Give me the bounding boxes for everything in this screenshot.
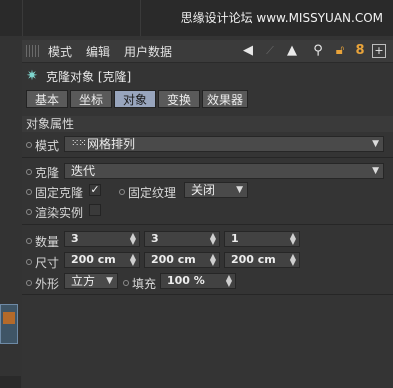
clone-label: 克隆 — [35, 166, 60, 180]
count-label: 数量 — [35, 235, 60, 249]
spinner-icon[interactable]: ▲ ▼ — [210, 253, 216, 267]
animate-dot[interactable] — [119, 189, 125, 195]
fixed-texture-value: 关闭 — [191, 183, 216, 197]
render-instance-checkbox[interactable] — [89, 204, 101, 216]
tab-effectors[interactable]: 效果器 — [202, 90, 248, 108]
shape-value: 立方 — [71, 274, 96, 288]
render-instance-label: 渲染实例 — [35, 206, 84, 220]
count-x-value: 3 — [71, 232, 79, 245]
size-y-value: 200 cm — [151, 253, 196, 266]
fill-value: 100 % — [167, 274, 205, 287]
size-x-value: 200 cm — [71, 253, 116, 266]
link-icon[interactable]: 8 — [352, 43, 368, 59]
fixed-texture-label: 固定纹理 — [128, 186, 177, 200]
lock-icon[interactable]: 🔓︎ — [332, 43, 348, 59]
animate-dot[interactable] — [26, 280, 32, 286]
size-label: 尺寸 — [35, 256, 60, 270]
count-y-value: 3 — [151, 232, 159, 245]
size-z-value: 200 cm — [231, 253, 276, 266]
attribute-manager: 模式 编辑 用户数据 ◀ ⟋ ▲ ⚲ 🔓︎ 8 + ✷ 克隆对象 [克隆] 基本… — [22, 36, 393, 388]
size-x-field[interactable]: 200 cm ▲ ▼ — [64, 252, 140, 268]
animate-dot[interactable] — [26, 142, 32, 148]
animate-dot[interactable] — [26, 209, 32, 215]
viewport-top-strip: 思缘设计论坛 www.MISSYUAN.COM — [0, 0, 393, 36]
mode-label: 模式 — [35, 139, 60, 153]
fill-field[interactable]: 100 % ▲ ▼ — [160, 273, 236, 289]
size-z-field[interactable]: 200 cm ▲ ▼ — [224, 252, 300, 268]
new-panel-icon[interactable]: + — [372, 44, 386, 58]
forward-arrow-icon[interactable]: ⟋ — [262, 43, 278, 59]
fixed-clone-checkbox[interactable]: ✓ — [89, 184, 101, 196]
divider — [22, 157, 393, 158]
count-z-value: 1 — [231, 232, 239, 245]
spinner-icon[interactable]: ▲ ▼ — [210, 232, 216, 246]
animate-dot[interactable] — [26, 259, 32, 265]
cloner-object-icon: ✷ — [26, 68, 38, 84]
count-x-field[interactable]: 3 ▲ ▼ — [64, 231, 140, 247]
menu-bar: 模式 编辑 用户数据 ◀ ⟋ ▲ ⚲ 🔓︎ 8 + — [22, 40, 393, 63]
count-z-field[interactable]: 1 ▲ ▼ — [224, 231, 300, 247]
shape-dropdown[interactable]: 立方 ▼ — [64, 273, 118, 289]
spinner-icon[interactable]: ▲ ▼ — [130, 253, 136, 267]
chevron-down-icon: ▼ — [372, 166, 379, 176]
viewport-thumbnail[interactable] — [0, 304, 18, 344]
spinner-icon[interactable]: ▲ ▼ — [290, 232, 296, 246]
count-y-field[interactable]: 3 ▲ ▼ — [144, 231, 220, 247]
watermark: 思缘设计论坛 www.MISSYUAN.COM — [180, 11, 383, 25]
fixed-texture-dropdown[interactable]: 关闭 ▼ — [184, 182, 248, 198]
animate-dot[interactable] — [123, 280, 129, 286]
menu-item-user-data[interactable]: 用户数据 — [124, 43, 172, 60]
mode-dropdown[interactable]: ⁙⁙ 网格排列 ▼ — [64, 136, 384, 152]
tab-basic[interactable]: 基本 — [26, 90, 68, 108]
spinner-icon[interactable]: ▲ ▼ — [290, 253, 296, 267]
back-arrow-icon[interactable]: ◀ — [240, 43, 256, 59]
left-toolbar — [0, 36, 23, 388]
search-icon[interactable]: ⚲ — [310, 43, 326, 59]
spinner-icon[interactable]: ▲ ▼ — [226, 274, 232, 288]
spinner-icon[interactable]: ▲ ▼ — [130, 232, 136, 246]
grip-icon[interactable] — [26, 45, 40, 57]
chevron-down-icon: ▼ — [106, 276, 113, 286]
menu-item-mode[interactable]: 模式 — [48, 43, 72, 60]
pointer-up-icon[interactable]: ▲ — [284, 43, 300, 59]
fixed-clone-label: 固定克隆 — [35, 186, 84, 200]
shape-label: 外形 — [35, 277, 60, 291]
divider — [22, 224, 393, 225]
clone-value: 迭代 — [71, 164, 96, 178]
grid-icon — [3, 312, 15, 324]
section-object-properties: 对象属性 — [22, 116, 393, 132]
tab-transform[interactable]: 变换 — [158, 90, 200, 108]
tab-object[interactable]: 对象 — [114, 90, 156, 108]
animate-dot[interactable] — [26, 169, 32, 175]
object-title: 克隆对象 [克隆] — [46, 70, 132, 84]
fill-label: 填充 — [132, 277, 157, 291]
divider — [22, 294, 393, 295]
size-y-field[interactable]: 200 cm ▲ ▼ — [144, 252, 220, 268]
animate-dot[interactable] — [26, 238, 32, 244]
menu-item-edit[interactable]: 编辑 — [86, 43, 110, 60]
chevron-down-icon: ▼ — [236, 185, 243, 195]
tab-coordinates[interactable]: 坐标 — [70, 90, 112, 108]
divider — [140, 0, 141, 36]
chevron-down-icon: ▼ — [372, 139, 379, 149]
animate-dot[interactable] — [26, 189, 32, 195]
divider — [22, 0, 23, 36]
left-bottom-bar — [0, 376, 21, 388]
clone-dropdown[interactable]: 迭代 ▼ — [64, 163, 384, 179]
grid-dots-icon: ⁙⁙ — [71, 138, 87, 149]
mode-value: 网格排列 — [87, 137, 136, 151]
